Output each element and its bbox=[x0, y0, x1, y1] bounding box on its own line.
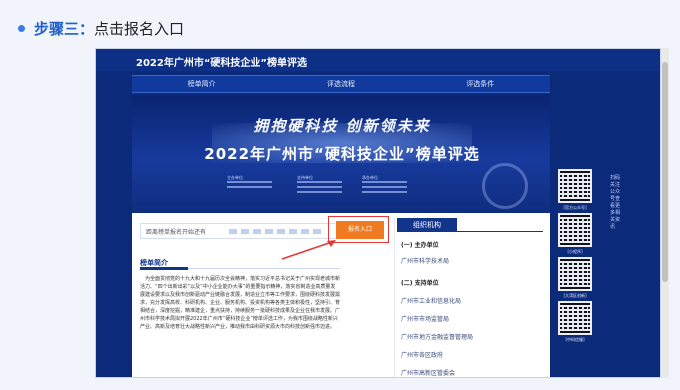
banner-org-support: 支持单位 bbox=[297, 175, 342, 196]
org-host-label: (一) 主办单位 bbox=[401, 242, 439, 249]
qr-caption: [中科信服] bbox=[565, 337, 585, 342]
site-title: 2022年广州市“硬科技企业”榜单评选 bbox=[136, 58, 307, 69]
banner-org-organizer: 承办单位 bbox=[362, 175, 407, 196]
site-header: 2022年广州市“硬科技企业”榜单评选 bbox=[96, 49, 660, 71]
scrollbar-thumb[interactable] bbox=[662, 62, 668, 282]
pointer-arrow-icon bbox=[281, 240, 336, 260]
qr-code-icon bbox=[558, 169, 592, 203]
intro-body: 为全面贯彻党的十九大和十九届历次全会精神，落实习近平总书记关于广州实现老城市新活… bbox=[140, 276, 341, 330]
banner-org-host: 主办单位 bbox=[227, 175, 272, 191]
intro-divider-accent bbox=[140, 267, 188, 270]
step-heading: 步骤三： 点击报名入口 bbox=[18, 14, 184, 42]
qr-side-text: 扫码关注公众号查看更多相关资讯 bbox=[610, 175, 621, 230]
hero-banner: 拥抱硬科技 创新领未来 2022年广州市“硬科技企业”榜单评选 主办单位 支持单… bbox=[132, 95, 550, 213]
step-text: 点击报名入口 bbox=[94, 19, 185, 38]
website-screenshot: 2022年广州市“硬科技企业”榜单评选 榜单简介 评选流程 评选条件 拥抱硬科技… bbox=[95, 48, 661, 378]
org-supporter: 广州市工业和信息化局 bbox=[401, 298, 462, 305]
step-label: 步骤三： bbox=[34, 19, 95, 38]
org-host: 广州市科学技术局 bbox=[401, 258, 450, 265]
nav-item-intro[interactable]: 榜单简介 bbox=[132, 76, 271, 92]
org-panel: 组织机构 (一) 主办单位 广州市科学技术局 (二) 支持单位 广州市工业和信息… bbox=[394, 218, 544, 377]
qr-caption: [官方公众号] bbox=[563, 205, 587, 210]
org-support-label: (二) 支持单位 bbox=[401, 280, 439, 287]
qr-caption: [大湾区创新] bbox=[563, 293, 587, 298]
qr-sidebar: [官方公众号] [小程序] [大湾区创新] [中科信服] 扫码关注公众号查看更多… bbox=[554, 95, 660, 377]
qr-code-icon bbox=[558, 257, 592, 291]
nav-item-conditions[interactable]: 评选条件 bbox=[411, 76, 550, 92]
bullet-dot-icon bbox=[18, 24, 25, 32]
banner-title: 2022年广州市“硬科技企业”榜单评选 bbox=[204, 145, 480, 163]
site-nav: 榜单简介 评选流程 评选条件 bbox=[132, 75, 550, 93]
qr-code-icon bbox=[558, 301, 592, 335]
org-supporter: 广州市高新区管委会 bbox=[401, 370, 456, 377]
org-heading: 组织机构 bbox=[397, 218, 457, 232]
register-button[interactable]: 报名入口 bbox=[336, 221, 384, 239]
qr-caption: [小程序] bbox=[567, 249, 583, 254]
countdown-label: 距离榜单报名开始还有 bbox=[146, 229, 207, 236]
page: 步骤三： 点击报名入口 2022年广州市“硬科技企业”榜单评选 榜单简介 评选流… bbox=[0, 0, 680, 390]
main-content: 距离榜单报名开始还有 报名入口 榜单简介 为全面贯彻党的十九大和十九届历次全会精… bbox=[132, 213, 550, 377]
countdown-value bbox=[229, 229, 325, 234]
org-supporter: 广州市市场监管局 bbox=[401, 316, 450, 323]
org-divider bbox=[397, 231, 543, 232]
qr-code-icon bbox=[558, 213, 592, 247]
banner-slogan: 拥抱硬科技 创新领未来 bbox=[253, 117, 431, 135]
org-supporter: 广州市各区政府 bbox=[401, 352, 444, 359]
emblem-icon bbox=[482, 163, 528, 209]
nav-item-process[interactable]: 评选流程 bbox=[271, 76, 410, 92]
org-supporter: 广州市地方金融监督管理局 bbox=[401, 334, 474, 341]
scrollbar[interactable] bbox=[661, 48, 669, 378]
